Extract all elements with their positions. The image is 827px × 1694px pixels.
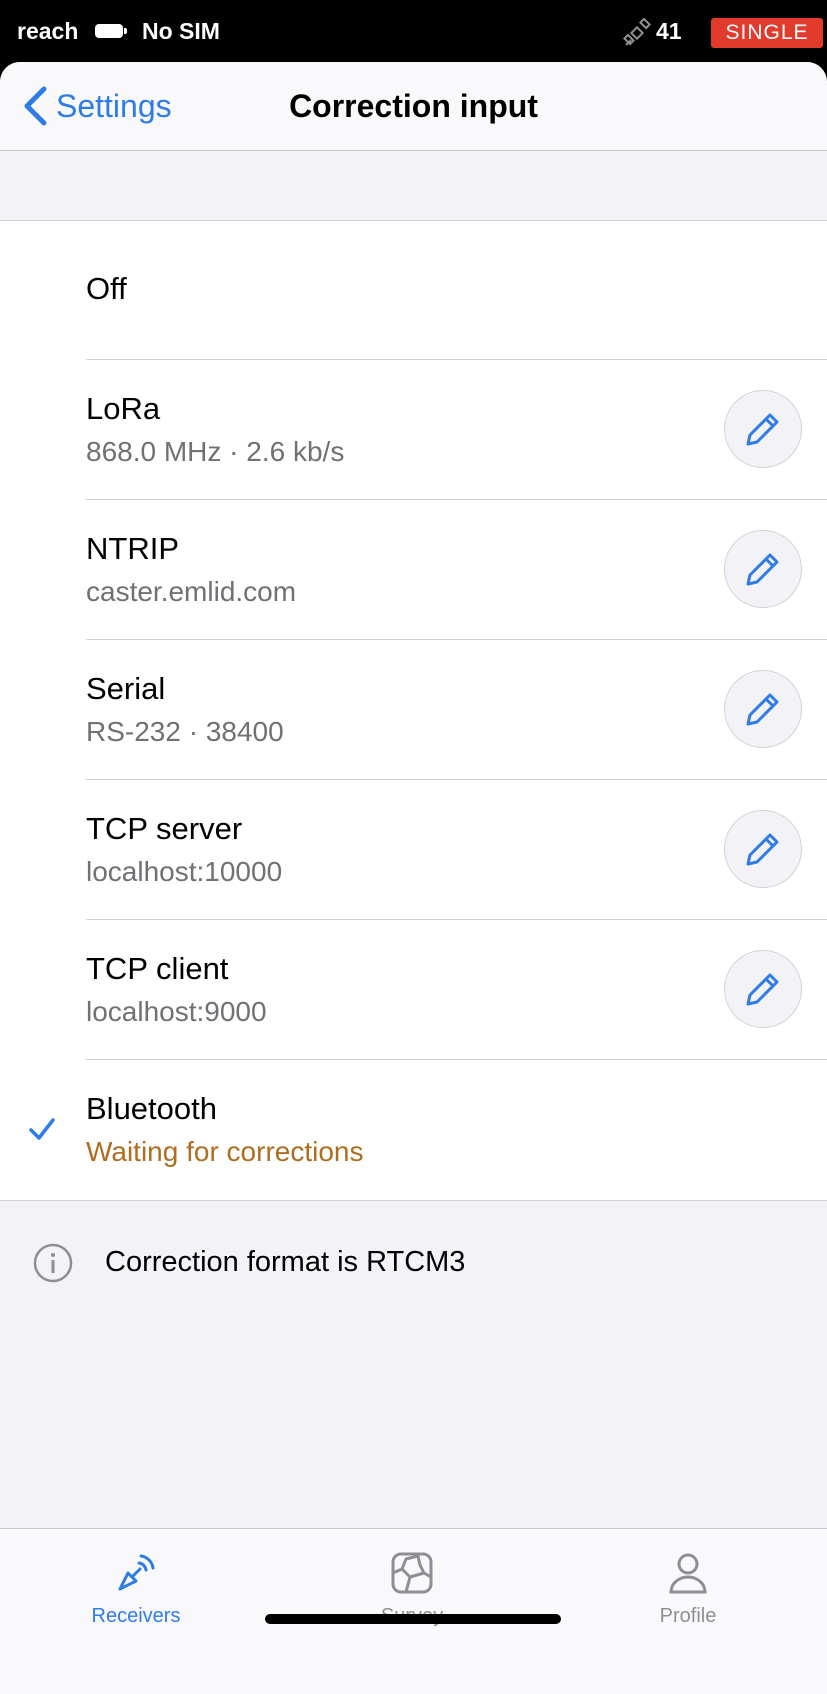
back-label: Settings (56, 87, 172, 124)
tab-label: Profile (659, 1605, 717, 1627)
sim-status: No SIM (142, 18, 220, 44)
option-tcp-server[interactable]: TCP server localhost:10000 (0, 780, 827, 920)
option-title: Serial (86, 671, 166, 706)
option-subtitle: RS-232 · 38400 (86, 716, 284, 747)
solution-status-badge[interactable]: SINGLE (711, 18, 823, 48)
carrier-name: reach (17, 18, 79, 44)
pencil-icon (746, 693, 779, 726)
chevron-left-icon (24, 86, 47, 126)
edit-tcp-server-button[interactable] (724, 810, 802, 888)
option-bluetooth[interactable]: Bluetooth Waiting for corrections (0, 1060, 827, 1200)
option-title: TCP server (86, 811, 243, 846)
edit-ntrip-button[interactable] (724, 530, 802, 608)
edit-lora-button[interactable] (724, 390, 802, 468)
home-indicator[interactable] (265, 1614, 561, 1624)
option-subtitle: localhost:9000 (86, 996, 267, 1027)
satellite-count: 41 (656, 18, 682, 44)
info-icon (33, 1243, 73, 1283)
option-serial[interactable]: Serial RS-232 · 38400 (0, 640, 827, 780)
pencil-icon (746, 553, 779, 586)
tab-bar: Receivers Survey Profile (0, 1528, 827, 1694)
survey-icon (391, 1552, 433, 1594)
battery-icon (95, 24, 127, 38)
pencil-icon (746, 973, 779, 1006)
satellite-icon (622, 18, 652, 46)
info-text: Correction format is RTCM3 (105, 1246, 466, 1278)
option-ntrip[interactable]: NTRIP caster.emlid.com (0, 500, 827, 640)
option-subtitle: caster.emlid.com (86, 576, 297, 607)
option-subtitle: localhost:10000 (86, 856, 283, 887)
tab-profile[interactable]: Profile (588, 1529, 788, 1649)
profile-icon (669, 1553, 707, 1594)
option-title: NTRIP (86, 531, 179, 566)
option-title: Bluetooth (86, 1091, 217, 1126)
back-button[interactable]: Settings (22, 82, 172, 130)
tab-label: Receivers (91, 1605, 181, 1627)
status-bar: reach No SIM 41 SINGLE (0, 0, 827, 62)
option-title: Off (86, 271, 127, 306)
correction-options-list: Off LoRa 868.0 MHz · 2.6 kb/s NTRIP cast… (0, 220, 827, 1201)
correction-input-screen: Correction input Settings Off LoRa 868.0… (0, 62, 827, 1694)
tab-survey[interactable]: Survey (312, 1529, 512, 1649)
pencil-icon (746, 833, 779, 866)
tab-receivers[interactable]: Receivers (36, 1529, 236, 1649)
option-title: LoRa (86, 391, 161, 426)
info-note: Correction format is RTCM3 (0, 1228, 827, 1298)
edit-tcp-client-button[interactable] (724, 950, 802, 1028)
pencil-icon (746, 413, 779, 446)
receivers-icon (118, 1554, 155, 1591)
option-off[interactable]: Off (0, 221, 827, 360)
edit-serial-button[interactable] (724, 670, 802, 748)
option-status: Waiting for corrections (86, 1136, 364, 1167)
checkmark-icon (29, 1118, 55, 1140)
option-title: TCP client (86, 951, 229, 986)
option-tcp-client[interactable]: TCP client localhost:9000 (0, 920, 827, 1060)
navigation-bar: Correction input Settings (0, 62, 827, 151)
option-lora[interactable]: LoRa 868.0 MHz · 2.6 kb/s (0, 360, 827, 500)
option-subtitle: 868.0 MHz · 2.6 kb/s (86, 436, 345, 467)
